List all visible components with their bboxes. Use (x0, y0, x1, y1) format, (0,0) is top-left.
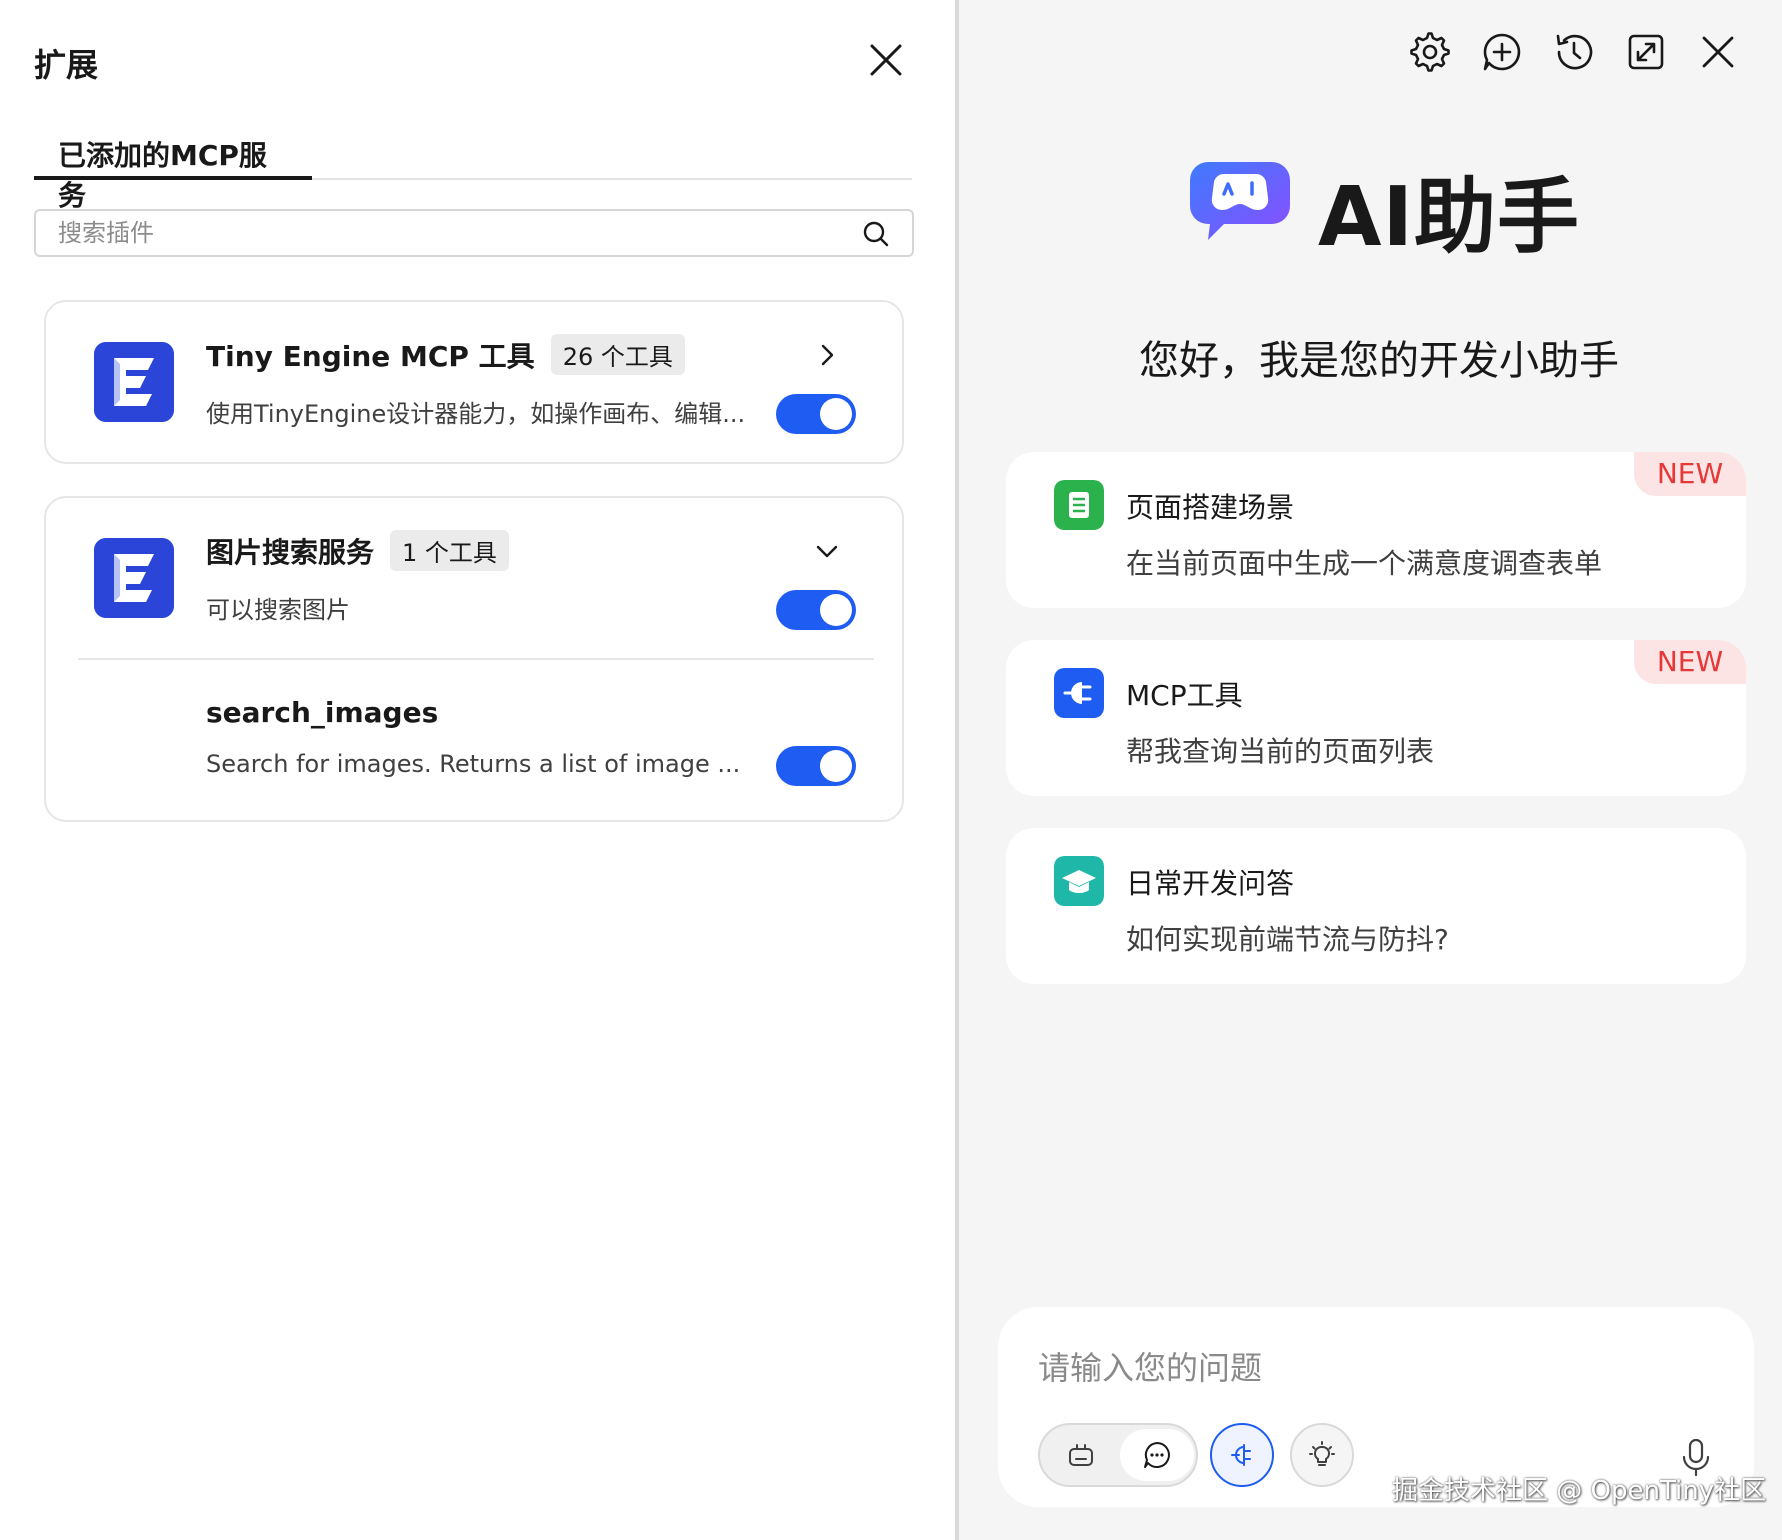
chat-mode-button[interactable] (1120, 1429, 1194, 1481)
close-icon[interactable] (866, 40, 906, 80)
panel-divider (955, 0, 959, 1540)
service-name: 图片搜索服务 (206, 535, 375, 569)
suggestion-button[interactable] (1290, 1423, 1354, 1487)
lightbulb-icon (1309, 1441, 1335, 1466)
image-search-logo-icon (94, 538, 174, 618)
service-description: 可以搜索图片 (206, 596, 350, 624)
tiny-engine-logo-icon (94, 342, 174, 422)
search-icon[interactable] (862, 220, 890, 248)
plug-icon (1231, 1444, 1251, 1466)
plug-icon (1054, 668, 1104, 718)
plugin-search (34, 209, 914, 257)
robot-icon (1069, 1444, 1093, 1466)
tab-added-mcp[interactable]: 已添加的MCP服务 (34, 130, 312, 212)
service-card[interactable]: Tiny Engine MCP 工具 26 个工具 使用TinyEngine设计… (44, 300, 904, 464)
new-chat-icon[interactable] (1480, 30, 1524, 74)
scenario-title: MCP工具 (1126, 679, 1243, 712)
tool-count-badge: 26 个工具 (550, 334, 685, 375)
divider (78, 658, 874, 660)
scenario-card-mcp-tools[interactable]: MCP工具 帮我查询当前的页面列表 NEW (1006, 640, 1746, 796)
mode-switch (1038, 1423, 1198, 1487)
chat-input[interactable] (1038, 1343, 1698, 1393)
search-input[interactable] (58, 218, 838, 248)
service-description: 使用TinyEngine设计器能力，如操作画布、编辑... (206, 400, 746, 428)
scenario-prompt: 如何实现前端节流与防抖? (1126, 923, 1449, 956)
agent-mode-button[interactable] (1044, 1429, 1118, 1481)
scenario-title: 日常开发问答 (1126, 867, 1295, 900)
mcp-plugin-button[interactable] (1210, 1423, 1274, 1487)
tool-name: search_images (206, 696, 439, 729)
service-toggle[interactable] (776, 394, 856, 434)
ai-assistant-logo-icon (1190, 162, 1290, 240)
watermark: 掘金技术社区 @ OpenTiny社区 (1392, 1476, 1767, 1506)
service-name: Tiny Engine MCP 工具 (206, 339, 535, 373)
gear-icon[interactable] (1408, 30, 1452, 74)
tab-bar: 已添加的MCP服务 (34, 130, 912, 212)
scenario-title: 页面搭建场景 (1126, 491, 1295, 524)
new-badge: NEW (1634, 452, 1746, 496)
expand-icon[interactable] (1624, 30, 1668, 74)
chevron-down-icon[interactable] (812, 536, 842, 566)
graduation-cap-icon (1054, 856, 1104, 906)
scenario-card-dev-qa[interactable]: 日常开发问答 如何实现前端节流与防抖? (1006, 828, 1746, 984)
close-icon[interactable] (1696, 30, 1740, 74)
history-icon[interactable] (1552, 30, 1596, 74)
service-card[interactable]: 图片搜索服务 1 个工具 可以搜索图片 search_images Search… (44, 496, 904, 822)
greeting: 您好，我是您的开发小助手 (1139, 338, 1619, 384)
tool-toggle[interactable] (776, 746, 856, 786)
assistant-title: AI助手 (1318, 170, 1580, 265)
tool-description: Search for images. Returns a list of ima… (206, 750, 741, 778)
chevron-right-icon[interactable] (812, 340, 842, 370)
panel-title: 扩展 (34, 46, 99, 84)
chat-bubble-icon (1144, 1442, 1170, 1468)
scenario-card-page-build[interactable]: 页面搭建场景 在当前页面中生成一个满意度调查表单 NEW (1006, 452, 1746, 608)
form-icon (1054, 480, 1104, 530)
extensions-panel: 扩展 已添加的MCP服务 Tiny Engine MCP 工具 26 个工具 使… (0, 0, 955, 1540)
tool-count-badge: 1 个工具 (390, 530, 509, 571)
scenario-prompt: 在当前页面中生成一个满意度调查表单 (1126, 547, 1603, 580)
new-badge: NEW (1634, 640, 1746, 684)
service-toggle[interactable] (776, 590, 856, 630)
scenario-prompt: 帮我查询当前的页面列表 (1126, 735, 1435, 768)
